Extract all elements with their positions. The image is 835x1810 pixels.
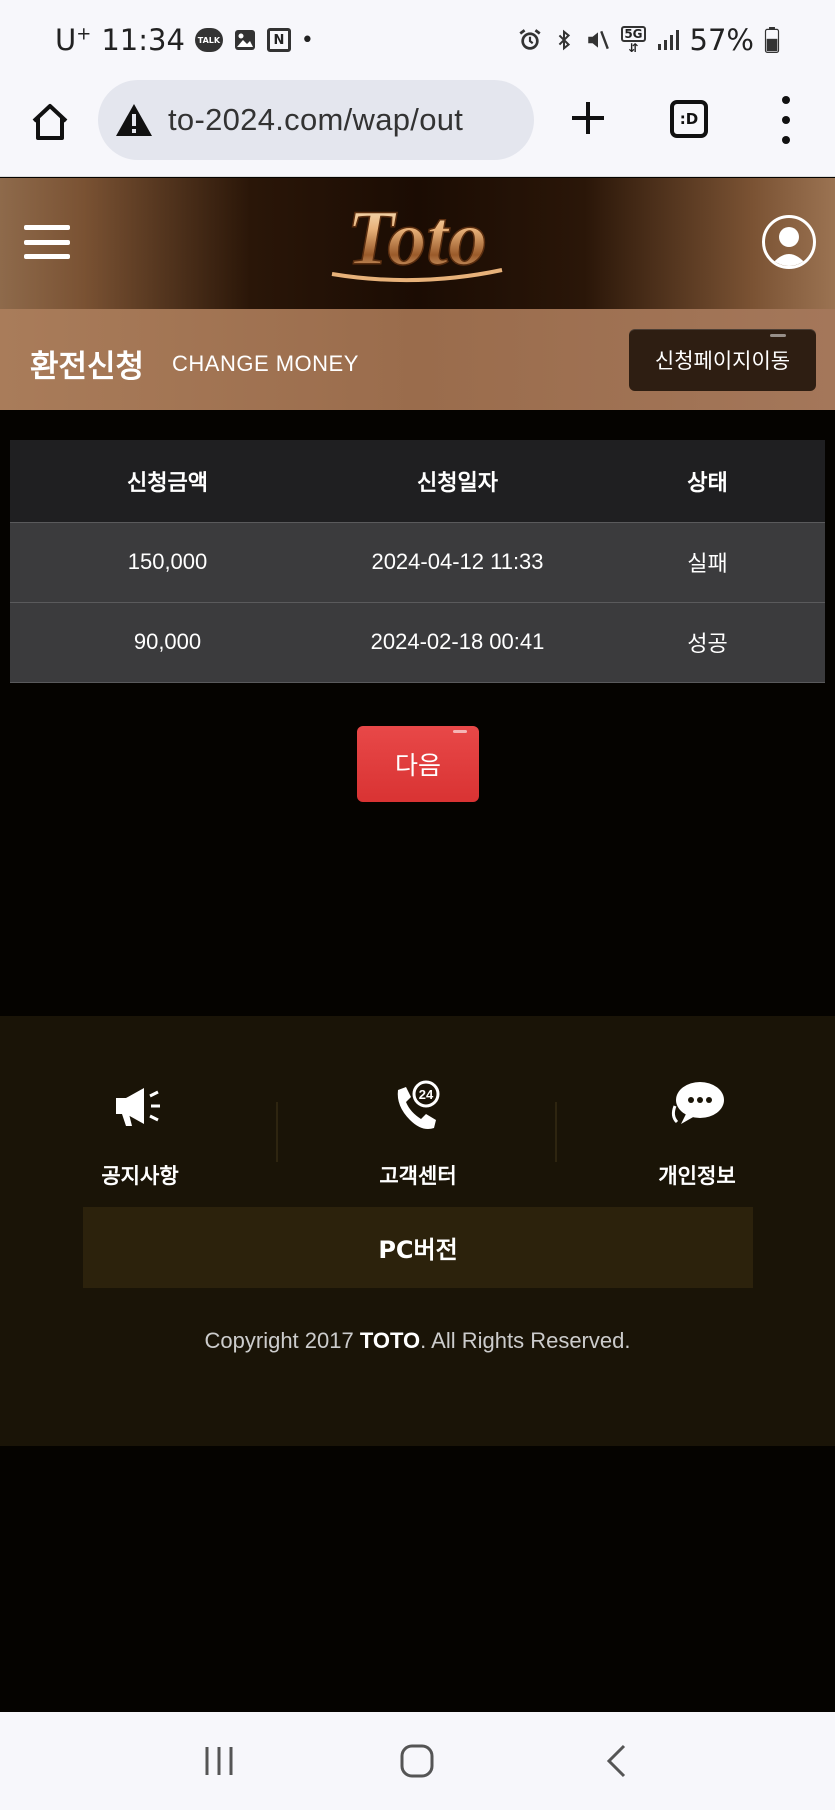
footer-nav-label: 공지사항 — [101, 1164, 179, 1188]
back-button[interactable] — [596, 1741, 636, 1781]
tab-switcher-button[interactable]: :D — [670, 100, 708, 138]
url-text[interactable]: to-2024.com/wap/out — [168, 102, 463, 138]
status-bar: U+ 11:34 TALK N • 5G ⇵ 57% — [0, 0, 835, 80]
footer-nav-notice[interactable]: 공지사항 — [50, 1076, 230, 1196]
copyright-text: Copyright 2017 TOTO. All Rights Reserved… — [204, 1328, 631, 1353]
table-header-row: 신청금액 신청일자 상태 — [10, 440, 825, 522]
cell-amount: 150,000 — [127, 549, 208, 574]
home-icon — [32, 104, 68, 140]
signal-icon — [656, 28, 680, 52]
cell-status: 성공 — [687, 631, 728, 656]
phone-24-icon: 24 — [397, 1080, 440, 1129]
footer-divider — [276, 1102, 278, 1162]
carrier: U+ — [55, 23, 92, 57]
toto-logo[interactable]: Toto — [292, 192, 542, 292]
svg-text:Toto: Toto — [347, 194, 487, 281]
column-header-date: 신청일자 — [417, 470, 498, 496]
system-navigation-bar — [0, 1712, 835, 1810]
bluetooth-icon — [553, 27, 575, 53]
new-tab-button[interactable] — [568, 98, 608, 138]
browser-menu-button[interactable] — [776, 96, 796, 144]
battery-percent: 57% — [689, 23, 754, 57]
more-notifications-dot: • — [300, 27, 314, 53]
recent-apps-icon — [205, 1747, 233, 1775]
pc-version-button[interactable]: PC버전 — [83, 1207, 753, 1288]
footer-nav-label: 개인정보 — [658, 1164, 736, 1188]
not-secure-warning-icon[interactable] — [112, 98, 156, 142]
footer-nav-privacy[interactable]: 개인정보 — [607, 1076, 787, 1196]
home-nav-button[interactable] — [397, 1741, 437, 1781]
column-header-status: 상태 — [687, 470, 728, 496]
cell-date: 2024-04-12 11:33 — [371, 549, 544, 574]
user-icon — [770, 227, 808, 266]
table-row: 90,000 2024-02-18 00:41 성공 — [10, 602, 825, 682]
battery-icon — [764, 27, 780, 53]
site-header: Toto — [0, 178, 835, 309]
footer-divider — [555, 1102, 557, 1162]
cell-amount: 90,000 — [133, 629, 202, 654]
status-time: 11:34 — [101, 23, 185, 57]
dot-icon — [782, 136, 790, 144]
hamburger-line — [24, 225, 70, 230]
exchange-history-table: 신청금액 신청일자 상태 150,000 2024-04-12 11:33 실패… — [10, 440, 825, 683]
dot-icon — [782, 116, 790, 124]
cell-status: 실패 — [687, 551, 728, 576]
site-footer: 공지사항 24 고객센터 개인정보 PC버전 Copyright 2017 TO… — [0, 1016, 835, 1446]
n-app-icon: N — [266, 28, 291, 52]
alarm-icon — [517, 27, 543, 53]
table-row: 150,000 2024-04-12 11:33 실패 — [10, 522, 825, 602]
page-title-band: 환전신청 CHANGE MONEY 신청페이지이동 — [0, 309, 835, 410]
megaphone-icon — [116, 1088, 160, 1126]
home-button[interactable] — [28, 100, 72, 144]
footer-nav-label: 고객센터 — [379, 1164, 457, 1188]
back-icon — [606, 1744, 625, 1778]
user-profile-button[interactable] — [762, 215, 816, 269]
dot-icon — [782, 96, 790, 104]
kakaotalk-icon: TALK — [194, 28, 223, 52]
chat-bubbles-icon — [671, 1082, 724, 1124]
address-bar[interactable]: to-2024.com/wap/out — [98, 80, 534, 160]
mute-icon — [585, 27, 611, 53]
home-circle-icon — [400, 1744, 434, 1778]
next-page-button[interactable]: 다음 — [357, 726, 479, 802]
plus-icon — [572, 102, 604, 134]
menu-button[interactable] — [24, 225, 70, 259]
page-subtitle: CHANGE MONEY — [172, 351, 359, 376]
network-5g-icon: 5G ⇵ — [621, 26, 646, 54]
recent-apps-button[interactable] — [199, 1741, 239, 1781]
footer-nav-support[interactable]: 24 고객센터 — [328, 1076, 508, 1196]
column-header-amount: 신청금액 — [127, 470, 208, 496]
cell-date: 2024-02-18 00:41 — [370, 629, 545, 654]
page-title: 환전신청 — [30, 349, 145, 385]
go-to-request-page-button[interactable]: 신청페이지이동 — [629, 329, 816, 391]
browser-toolbar: to-2024.com/wap/out :D — [0, 80, 835, 177]
hamburger-line — [24, 239, 70, 245]
hamburger-line — [24, 254, 70, 259]
svg-text:24: 24 — [419, 1087, 434, 1102]
gallery-icon — [233, 28, 257, 52]
